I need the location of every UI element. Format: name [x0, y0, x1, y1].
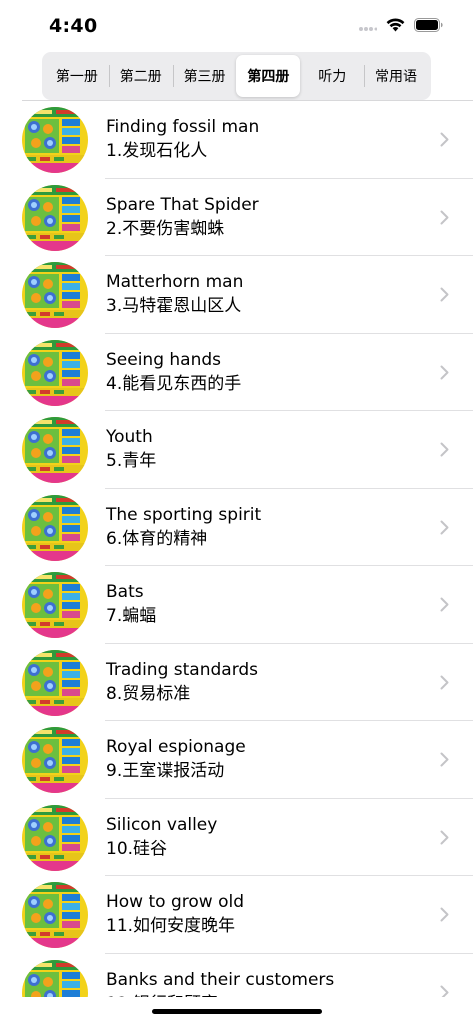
lesson-title: Royal espionage [106, 737, 246, 757]
lesson-subtitle: 1.发现石化人 [106, 141, 208, 161]
segment-tab[interactable]: 常用语 [364, 55, 428, 97]
book-cover-thumbnail [22, 184, 88, 251]
book-cover-thumbnail [22, 417, 88, 483]
chevron-right-icon [440, 985, 449, 997]
lesson-row[interactable]: Bats 7.蝙蝠 [0, 566, 473, 644]
lesson-subtitle: 5.青年 [106, 451, 157, 471]
chevron-right-icon [440, 442, 449, 461]
chevron-right-icon [440, 520, 449, 539]
home-indicator[interactable] [152, 1009, 322, 1014]
cellular-signal-icon [359, 17, 378, 36]
lesson-row[interactable]: Trading standards 8.贸易标准 [0, 644, 473, 722]
lesson-row[interactable]: Royal espionage 9.王室谍报活动 [0, 721, 473, 799]
lesson-title: Matterhorn man [106, 272, 244, 292]
book-cover-thumbnail [22, 959, 88, 997]
lesson-title: Bats [106, 582, 144, 602]
lesson-title: Banks and their customers [106, 969, 335, 990]
lesson-title: How to grow old [106, 892, 244, 912]
book-cover-thumbnail [22, 649, 88, 716]
segment-tab[interactable]: 第四册 [236, 55, 301, 97]
wifi-icon [386, 17, 405, 36]
lesson-row[interactable]: How to grow old 11.如何安度晚年 [0, 876, 473, 954]
chevron-right-icon [440, 830, 449, 849]
lesson-subtitle: 10.硅谷 [106, 838, 168, 859]
segment-tab[interactable]: 第一册 [45, 55, 109, 97]
chevron-right-icon [440, 675, 449, 694]
lesson-subtitle: 2.不要伤害蜘蛛 [106, 218, 225, 239]
lesson-title: Youth [106, 427, 153, 447]
lesson-row[interactable]: Finding fossil man 1.发现石化人 [0, 101, 473, 179]
status-icons [359, 17, 443, 36]
book-cover-thumbnail [22, 572, 88, 638]
lesson-subtitle: 3.马特霍恩山区人 [106, 296, 242, 316]
chevron-right-icon [440, 907, 449, 926]
lesson-list[interactable]: Finding fossil man 1.发现石化人 Spare That Spid… [0, 101, 473, 997]
book-cover-thumbnail [22, 339, 88, 406]
lesson-subtitle: 8.贸易标准 [106, 683, 191, 704]
lesson-row[interactable]: The sporting spirit 6.体育的精神 [0, 489, 473, 567]
chevron-right-icon [440, 132, 449, 151]
book-cover-thumbnail [22, 727, 88, 793]
lesson-title: Spare That Spider [106, 194, 259, 215]
lesson-subtitle: 6.体育的精神 [106, 528, 208, 549]
lesson-title: Silicon valley [106, 814, 218, 835]
lesson-subtitle: 11.如何安度晚年 [106, 916, 236, 936]
book-cover-thumbnail [22, 107, 88, 173]
lesson-row[interactable]: Banks and their customers12.银行和顾客 [0, 954, 473, 997]
battery-icon [414, 17, 443, 36]
lesson-row[interactable]: Matterhorn man 3.马特霍恩山区人 [0, 256, 473, 334]
chevron-right-icon [440, 210, 449, 229]
book-cover-thumbnail [22, 262, 88, 328]
book-cover-thumbnail [22, 494, 88, 561]
lesson-subtitle: 9.王室谍报活动 [106, 761, 225, 781]
lesson-title: Finding fossil man [106, 117, 260, 137]
chevron-right-icon [440, 752, 449, 771]
lesson-title: The sporting spirit [106, 504, 262, 525]
book-cover-thumbnail [22, 882, 88, 948]
lesson-subtitle: 7.蝙蝠 [106, 606, 157, 626]
segment-tab[interactable]: 听力 [300, 55, 364, 97]
chevron-right-icon [440, 287, 449, 306]
lesson-title: Seeing hands [106, 349, 222, 370]
status-bar: 4:40 [0, 0, 473, 52]
status-time: 4:40 [49, 15, 98, 37]
segment-tab[interactable]: 第三册 [172, 55, 237, 97]
lesson-row[interactable]: Youth 5.青年 [0, 411, 473, 489]
chevron-right-icon [440, 365, 449, 384]
book-cover-thumbnail [22, 804, 88, 871]
book-segmented-control: 第一册 第二册 第三册 第四册 听力 常用语 [42, 52, 431, 100]
lesson-row[interactable]: Seeing hands 4.能看见东西的手 [0, 334, 473, 412]
lesson-row[interactable]: Silicon valley 10.硅谷 [0, 799, 473, 877]
chevron-right-icon [440, 597, 449, 616]
lesson-title: Trading standards [106, 659, 259, 680]
segment-tab[interactable]: 第二册 [108, 55, 173, 97]
lesson-row[interactable]: Spare That Spider 2.不要伤害蜘蛛 [0, 179, 473, 257]
lesson-subtitle: 4.能看见东西的手 [106, 373, 242, 394]
